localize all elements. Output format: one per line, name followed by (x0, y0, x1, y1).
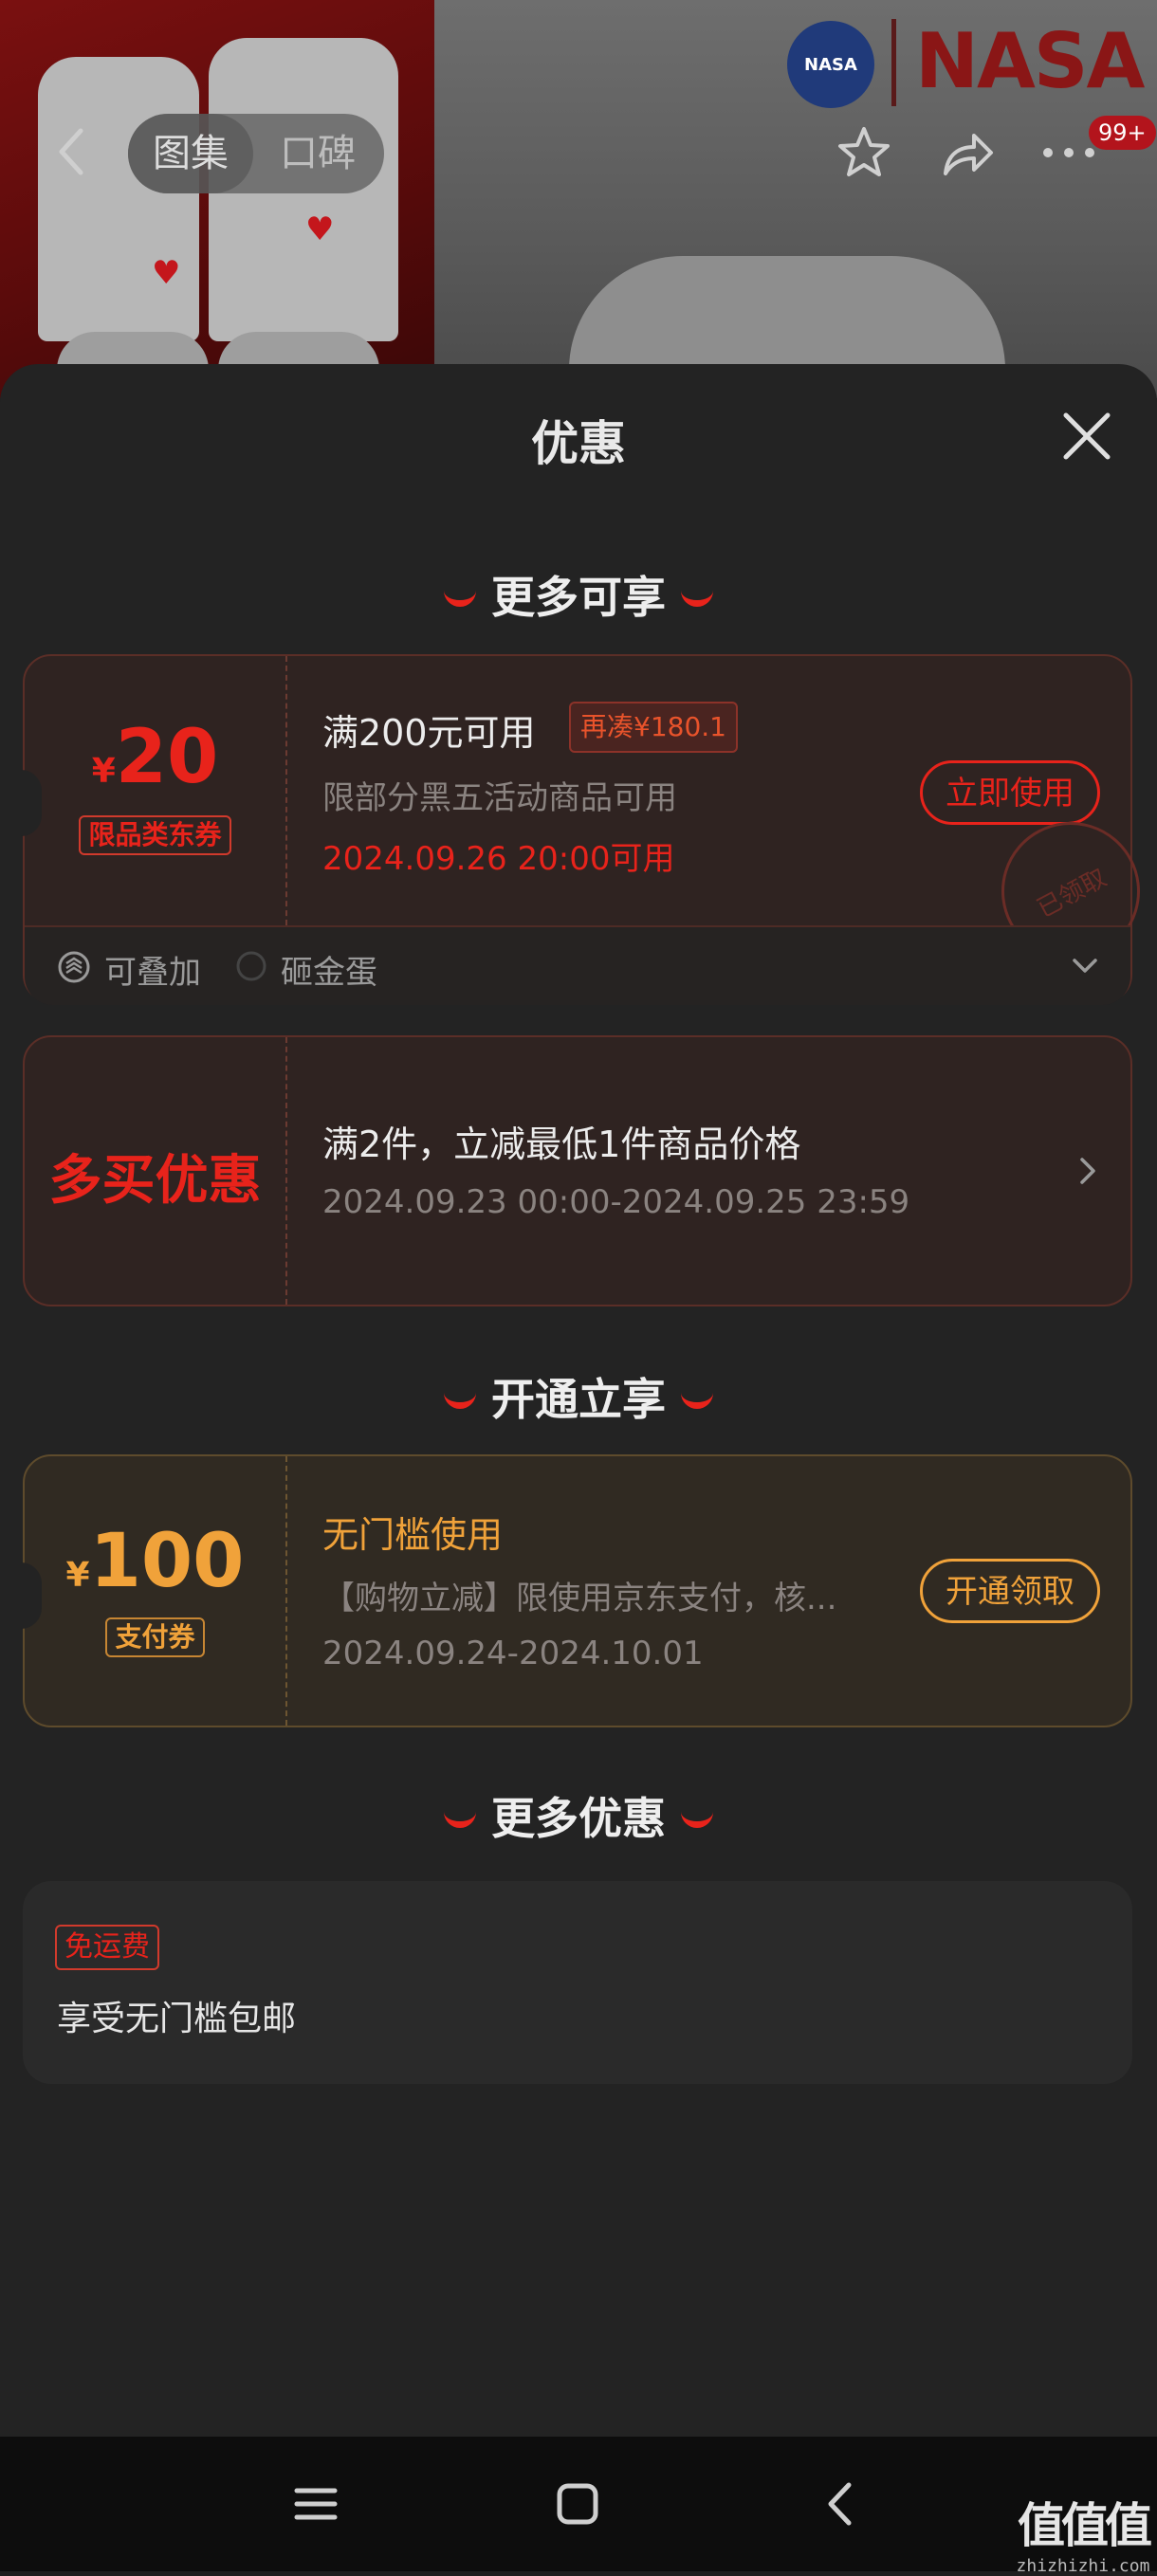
coupon-desc: 限部分黑五活动商品可用 (322, 779, 677, 817)
egg-icon (236, 951, 266, 981)
system-nav-bar (0, 2437, 1157, 2571)
chevron-right-icon (1080, 1158, 1095, 1184)
coupon-title: 无门槛使用 (322, 1514, 504, 1556)
notification-badge: 99+ (1089, 116, 1156, 150)
brand-divider (891, 19, 896, 106)
chevron-left-icon (59, 128, 83, 175)
coupon-date: 2024.09.26 20:00可用 (322, 840, 675, 878)
header-tabs: 图集 口碑 (128, 114, 384, 193)
favorite-button[interactable] (831, 119, 897, 186)
coupon-card-100[interactable]: ¥100 支付券 无门槛使用 【购物立减】限使用京东支付，核... 2024.0… (21, 1454, 1132, 1727)
brand-logo: NASA (787, 21, 874, 108)
menu-icon (294, 2488, 338, 2520)
multi-buy-title: 满2件，立减最低1件商品价格 (322, 1124, 801, 1165)
smile-decor-icon (444, 1389, 476, 1409)
feature-golden-egg: 砸金蛋 (281, 954, 377, 992)
close-icon (1063, 412, 1111, 460)
more-dots-icon (1043, 148, 1094, 157)
coupon-amount: ¥20 (91, 715, 219, 800)
coupon-desc: 【购物立减】限使用京东支付，核... (322, 1580, 837, 1617)
smile-decor-icon (681, 1808, 713, 1828)
coupon-extra-tag: 再凑¥180.1 (569, 702, 738, 753)
coupon-title: 满200元可用 (322, 712, 536, 754)
product-photo-thumbnail[interactable]: ♥ ♥ (0, 0, 434, 398)
system-back-button[interactable] (806, 2475, 872, 2533)
tab-gallery[interactable]: 图集 (128, 114, 253, 193)
feature-stackable: 可叠加 (104, 954, 201, 992)
tab-reviews[interactable]: 口碑 (280, 114, 356, 193)
section-open-enjoy: 开通立享 (0, 1365, 1157, 1428)
watermark-site: zhizhizhi.com (1016, 2556, 1150, 2576)
multi-buy-card[interactable]: 多买优惠 满2件，立减最低1件商品价格 2024.09.23 00:00-202… (23, 1035, 1132, 1306)
free-shipping-text: 享受无门槛包邮 (57, 2000, 297, 2038)
coupon-amount: ¥100 (65, 1519, 245, 1604)
free-shipping-card: 免运费 享受无门槛包邮 (23, 1881, 1132, 2084)
back-chevron-icon (828, 2482, 852, 2526)
stack-icon (58, 951, 90, 983)
close-button[interactable] (1060, 410, 1113, 463)
coupon-feature-strip[interactable]: 可叠加 砸金蛋 (25, 925, 1130, 1005)
smile-decor-icon (681, 587, 713, 607)
coupon-type-tag: 支付券 (105, 1617, 205, 1657)
share-button[interactable] (933, 119, 1000, 186)
watermark-logo: 值值值 (1018, 2498, 1152, 2553)
multi-buy-date: 2024.09.23 00:00-2024.09.25 23:59 (322, 1183, 910, 1221)
back-button[interactable] (47, 123, 95, 180)
smile-decor-icon (444, 1808, 476, 1828)
brand-wordmark: NASA (915, 17, 1145, 105)
star-icon (838, 127, 890, 176)
product-gallery-header: ♥ ♥ NASA NASA 图集 口碑 99+ (0, 0, 1157, 398)
coupon-date: 2024.09.24-2024.10.01 (322, 1635, 704, 1672)
sheet-title: 优惠 (531, 416, 626, 471)
home-button[interactable] (544, 2475, 611, 2533)
recent-apps-button[interactable] (283, 2475, 349, 2533)
site-watermark: 值值值 zhizhizhi.com (1007, 2488, 1157, 2576)
activate-claim-button[interactable]: 开通领取 (920, 1559, 1100, 1623)
free-shipping-tag: 免运费 (55, 1925, 159, 1970)
chevron-down-icon (1073, 959, 1097, 973)
share-icon (944, 134, 993, 175)
smile-decor-icon (681, 1389, 713, 1409)
home-square-icon (557, 2483, 598, 2525)
multi-buy-label: 多买优惠 (48, 1150, 262, 1212)
section-more-offers: 更多优惠 (0, 1784, 1157, 1847)
coupon-card-20[interactable]: ¥20 限品类东券 满200元可用 再凑¥180.1 限部分黑五活动商品可用 2… (21, 654, 1157, 1005)
section-more-available: 更多可享 (0, 563, 1157, 626)
smile-decor-icon (444, 587, 476, 607)
coupon-type-tag: 限品类东券 (79, 815, 231, 855)
use-now-button[interactable]: 立即使用 (920, 760, 1100, 825)
offers-sheet: 优惠 更多可享 ¥20 限品类东券 满200元可用 再凑¥180.1 限部分黑五… (0, 364, 1157, 2437)
